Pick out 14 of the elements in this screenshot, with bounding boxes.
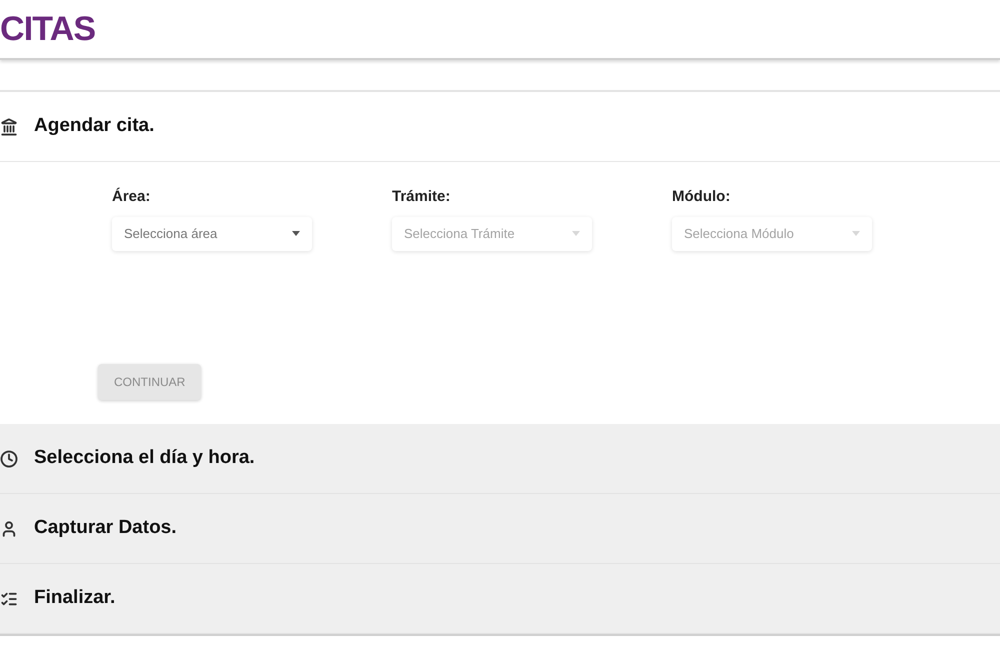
user-icon — [0, 520, 18, 538]
caret-icon — [572, 231, 580, 236]
accordion-header[interactable]: Selecciona el día y hora. — [0, 424, 1000, 494]
accordion-header[interactable]: Capturar Datos. — [0, 494, 1000, 564]
clock-icon — [0, 450, 18, 468]
field-label: Área: — [112, 186, 152, 207]
accordion-header[interactable]: Finalizar. — [0, 564, 1000, 634]
field-label: Módulo: — [672, 187, 732, 207]
bank-icon — [0, 118, 18, 136]
page-title: CITAS — [0, 8, 96, 50]
caret-icon — [852, 231, 860, 236]
field-label: Trámite: — [392, 187, 452, 207]
caret-icon — [292, 231, 300, 236]
select-field[interactable]: Selecciona área — [112, 216, 312, 250]
